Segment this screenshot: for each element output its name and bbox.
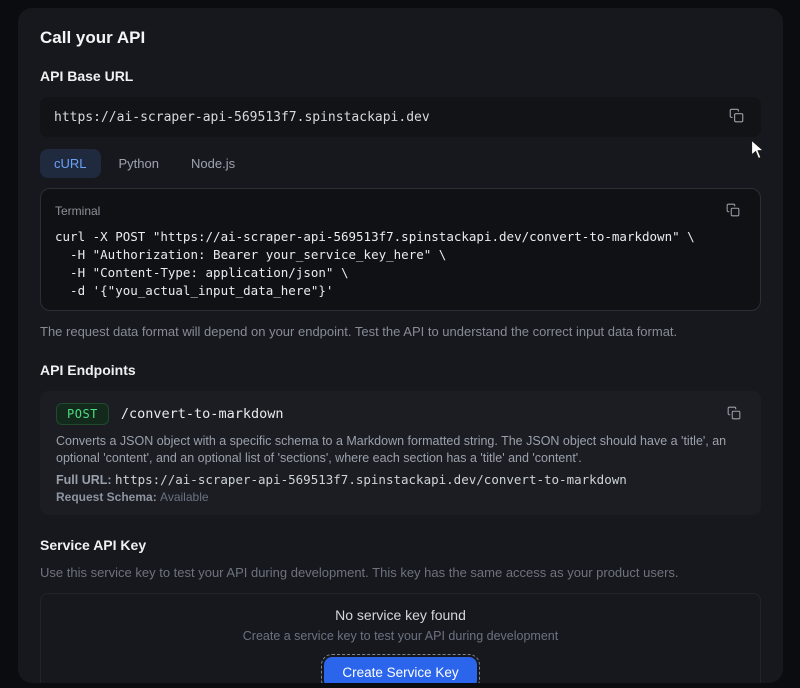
copy-base-url-button[interactable] — [723, 104, 749, 130]
terminal-code-block: Terminal curl -X POST "https://ai-scrape… — [40, 188, 761, 311]
copy-icon — [727, 406, 741, 423]
method-badge-post: POST — [56, 403, 109, 425]
tab-python[interactable]: Python — [105, 149, 173, 178]
request-schema-row: Request Schema: Available — [56, 490, 747, 505]
curl-command-line: -H "Content-Type: application/json" \ — [55, 264, 746, 282]
endpoint-card: POST /convert-to-markdown Converts a JSO… — [40, 391, 761, 515]
endpoint-full-url-row: Full URL: https://ai-scraper-api-569513f… — [56, 472, 747, 488]
page-title: Call your API — [40, 28, 761, 48]
full-url-label: Full URL: — [56, 473, 112, 487]
request-format-note: The request data format will depend on y… — [40, 324, 761, 340]
create-service-key-button[interactable]: Create Service Key — [324, 657, 476, 684]
service-key-description: Use this service key to test your API du… — [40, 565, 761, 581]
call-your-api-panel: Call your API API Base URL https://ai-sc… — [18, 8, 783, 683]
no-service-key-subtitle: Create a service key to test your API du… — [243, 629, 558, 643]
curl-command-line: -H "Authorization: Bearer your_service_k… — [55, 246, 746, 264]
api-base-url-heading: API Base URL — [40, 68, 761, 85]
copy-endpoint-url-button[interactable] — [721, 401, 747, 427]
no-service-key-title: No service key found — [335, 607, 466, 623]
api-base-url-bar: https://ai-scraper-api-569513f7.spinstac… — [40, 97, 761, 137]
copy-icon — [729, 108, 744, 126]
service-key-empty-state: No service key found Create a service ke… — [40, 593, 761, 683]
full-url-value: https://ai-scraper-api-569513f7.spinstac… — [115, 472, 627, 487]
tab-nodejs[interactable]: Node.js — [177, 149, 249, 178]
service-api-key-heading: Service API Key — [40, 537, 761, 554]
curl-command-line: -d '{"you_actual_input_data_here"}' — [55, 282, 746, 300]
tab-curl[interactable]: cURL — [40, 149, 101, 178]
language-tabs: cURL Python Node.js — [40, 149, 761, 178]
request-schema-value: Available — [160, 490, 208, 504]
api-endpoints-heading: API Endpoints — [40, 362, 761, 379]
endpoint-path: /convert-to-markdown — [121, 406, 284, 422]
curl-command-line: curl -X POST "https://ai-scraper-api-569… — [55, 228, 746, 246]
copy-icon — [726, 203, 740, 220]
endpoint-description: Converts a JSON object with a specific s… — [56, 433, 747, 466]
request-schema-label: Request Schema: — [56, 490, 157, 504]
api-base-url-value: https://ai-scraper-api-569513f7.spinstac… — [54, 110, 430, 125]
copy-code-button[interactable] — [720, 198, 746, 224]
terminal-title: Terminal — [55, 204, 100, 218]
